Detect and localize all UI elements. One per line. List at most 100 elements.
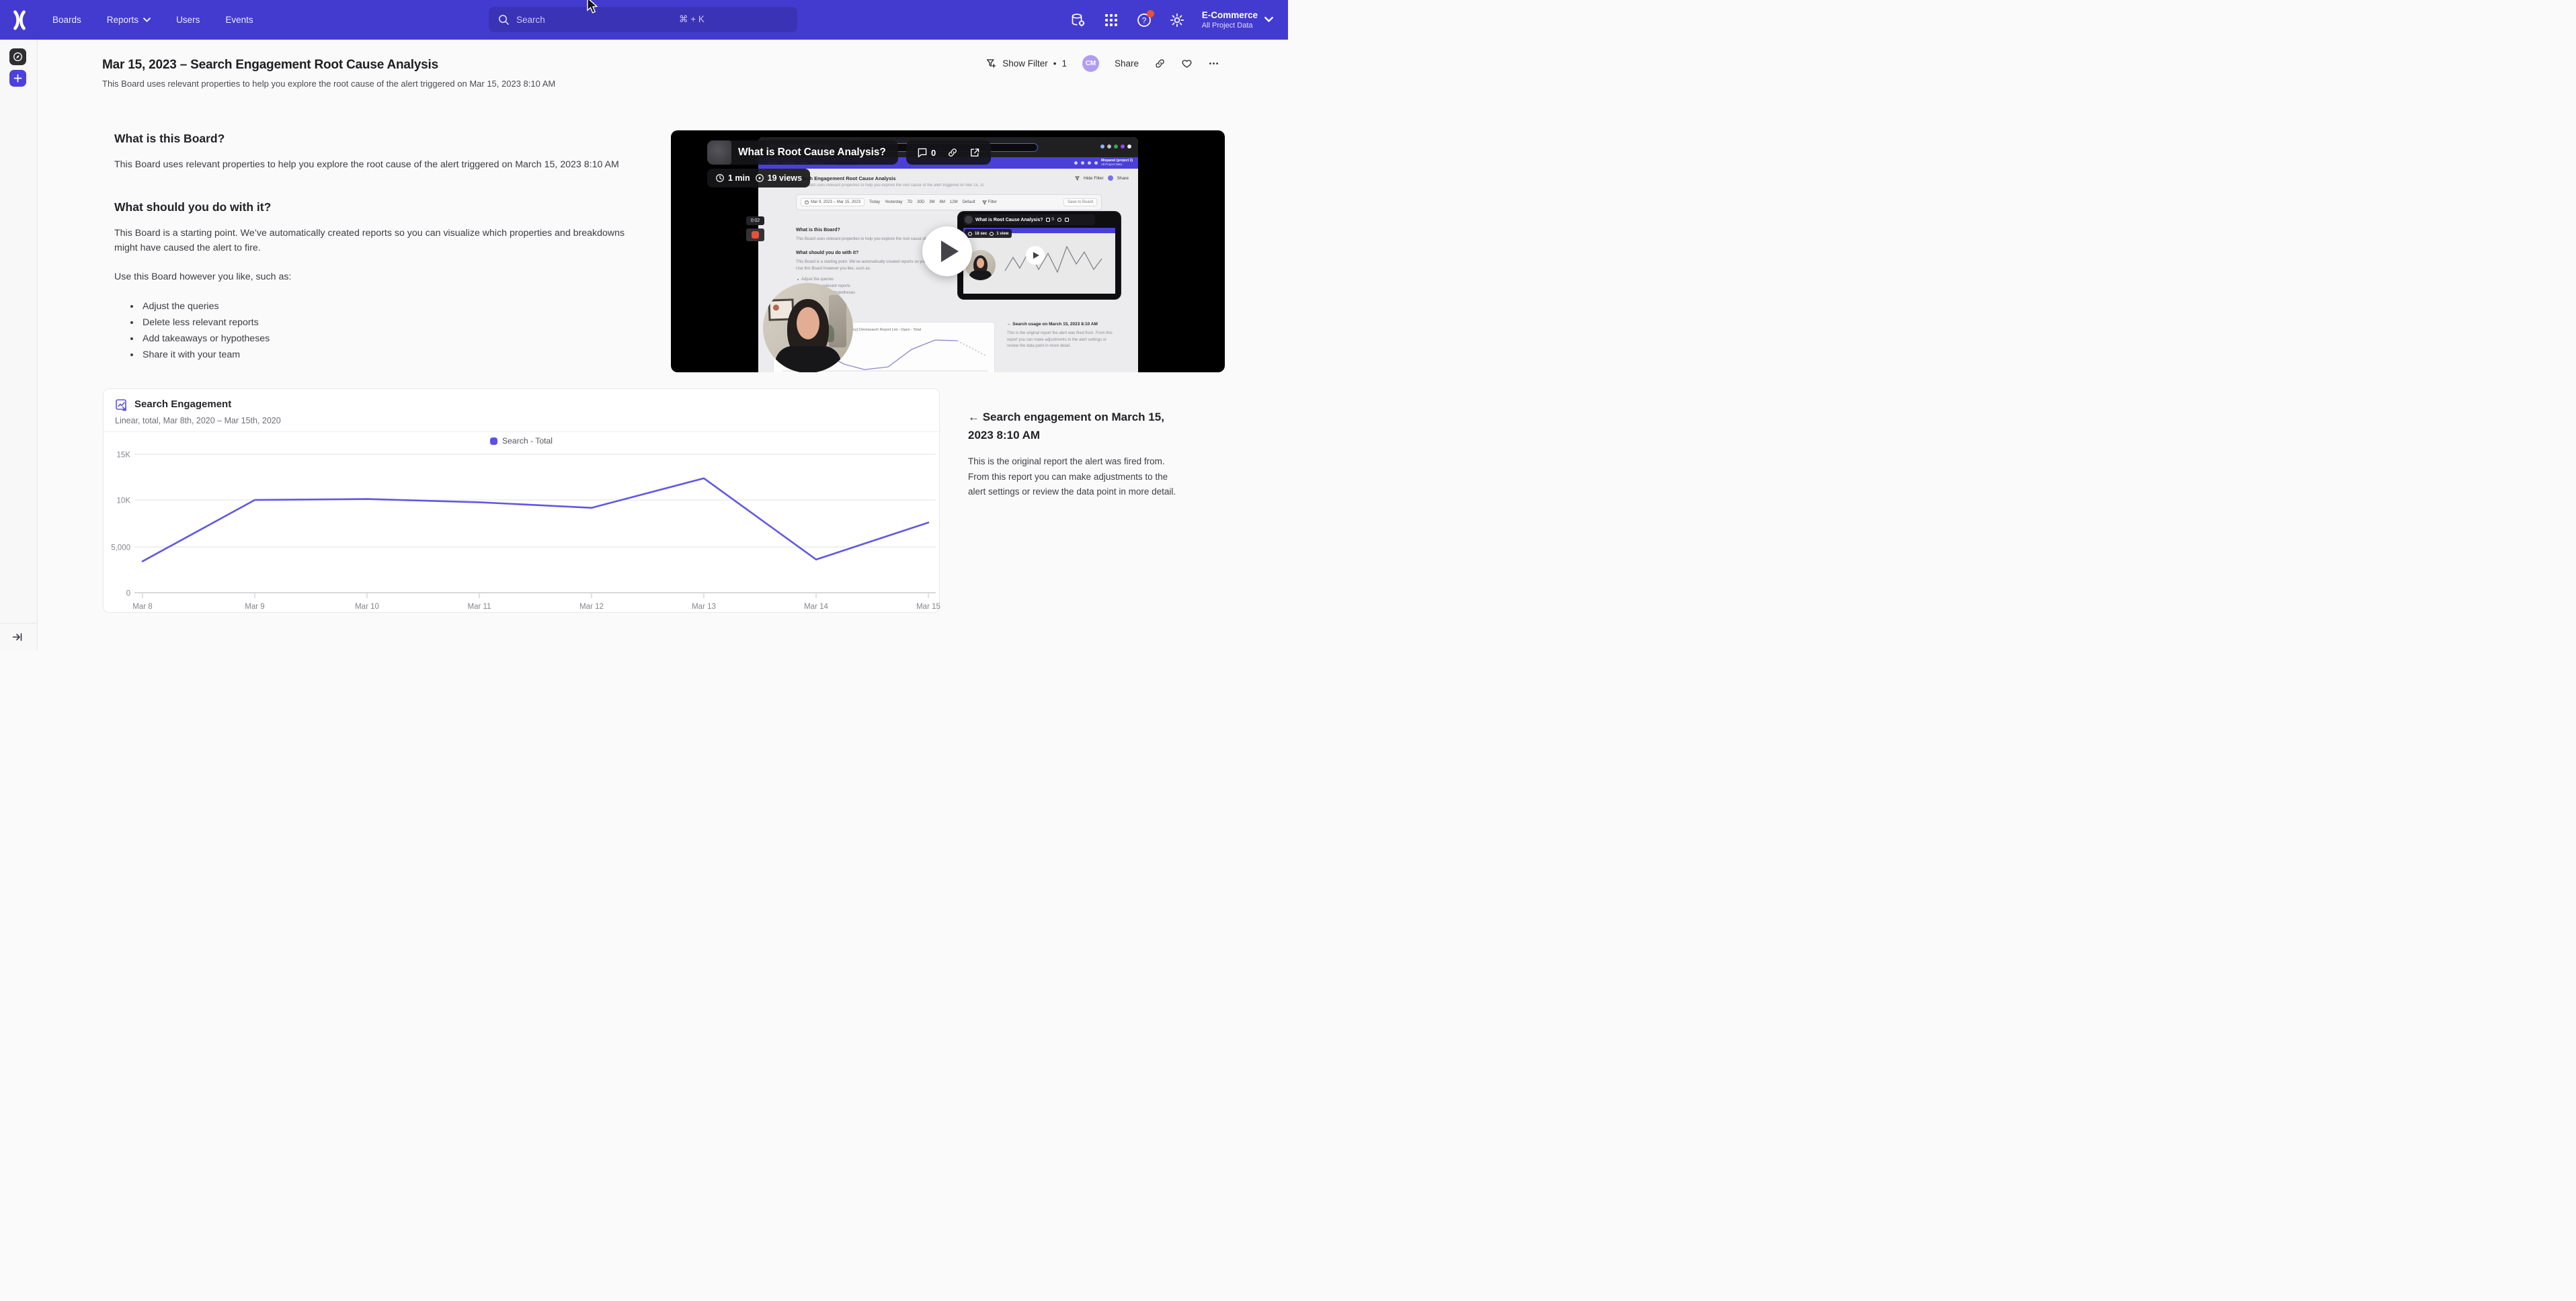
video-open-external-button[interactable] — [969, 147, 980, 158]
discovery-compass-button[interactable] — [9, 48, 26, 65]
page-subtitle: This Board uses relevant properties to h… — [102, 79, 555, 89]
x-tick-label: Mar 10 — [355, 603, 379, 611]
doc-heading-2: What should you do with it? — [114, 200, 627, 214]
favorite-button[interactable] — [1181, 58, 1193, 69]
video-meta-pill: 1 min 19 views — [707, 169, 810, 187]
plus-icon — [13, 73, 23, 83]
show-filter-label: Show Filter — [1002, 58, 1048, 69]
insights-report-icon — [115, 398, 128, 412]
clock-icon — [968, 232, 972, 236]
board-actions: Show Filter • 1 CM Share — [985, 55, 1219, 72]
left-rail — [0, 40, 38, 650]
y-tick-label: 5,000 — [111, 544, 130, 552]
svg-text:?: ? — [1141, 15, 1146, 25]
blurred-avatar — [965, 216, 973, 224]
link-icon — [1154, 58, 1166, 69]
nav-boards[interactable]: Boards — [52, 15, 81, 25]
create-new-button[interactable] — [9, 70, 26, 87]
report-card: Search Engagement Linear, total, Mar 8th… — [103, 388, 940, 613]
chart-legend: Search - Total — [104, 436, 939, 446]
more-options-button[interactable] — [1208, 58, 1219, 69]
external-link-icon — [1065, 218, 1069, 222]
settings-gear-icon[interactable] — [1169, 12, 1185, 28]
data-management-icon[interactable] — [1070, 12, 1086, 28]
nav-users[interactable]: Users — [176, 15, 200, 25]
x-tick-label: Mar 12 — [579, 603, 604, 611]
chevron-down-icon — [1264, 15, 1273, 24]
report-header[interactable]: Search Engagement Linear, total, Mar 8th… — [104, 389, 939, 432]
y-tick-label: 10K — [117, 497, 131, 505]
link-icon — [947, 147, 958, 158]
ellipsis-icon — [1208, 58, 1219, 69]
video-duration: 1 min — [728, 173, 750, 183]
y-tick-label: 15K — [117, 452, 131, 460]
expand-sidebar-button[interactable] — [12, 632, 23, 642]
legend-swatch — [490, 437, 497, 445]
project-name: E-Commerce — [1202, 10, 1258, 21]
top-nav: Boards Reports Users Events ⌘ + K — [0, 0, 1288, 40]
x-tick-label: Mar 14 — [804, 603, 828, 611]
mouse-cursor — [586, 0, 599, 14]
copy-link-button[interactable] — [1154, 58, 1166, 69]
mini-date-controls: Mar 9, 2023 – Mar 15, 2023 Today Yesterd… — [796, 194, 1102, 210]
browser-extensions — [1100, 144, 1131, 149]
filter-separator: • — [1053, 58, 1057, 69]
search-shortcut: ⌘ + K — [679, 14, 705, 25]
x-tick-label: Mar 11 — [468, 603, 491, 611]
video-views: 19 views — [768, 173, 802, 183]
project-scope: All Project Data — [1202, 21, 1258, 30]
play-icon — [941, 241, 959, 262]
nav-reports-label: Reports — [107, 15, 138, 25]
video-title-pill: What is Root Cause Analysis? — [707, 140, 898, 165]
global-search[interactable]: ⌘ + K — [489, 7, 797, 32]
eye-icon — [755, 173, 764, 183]
mixpanel-app: Boards Reports Users Events ⌘ + K — [0, 0, 1288, 650]
nav-right-cluster: ? E-Commerce All Project Data — [1070, 0, 1288, 40]
sidenote-card: ← Search engagement on March 15, 2023 8:… — [968, 408, 1190, 500]
series-line — [143, 478, 928, 562]
search-input[interactable] — [516, 15, 678, 25]
nav-reports[interactable]: Reports — [107, 15, 151, 25]
chevron-down-icon — [143, 17, 151, 23]
video-copy-link-button[interactable] — [947, 147, 958, 158]
line-chart[interactable]: 15K 10K 5,000 0 Mar 8 Mar 9 Mar 10 Mar 1… — [104, 447, 940, 614]
expand-sidebar-icon — [12, 632, 23, 642]
share-button[interactable]: Share — [1115, 58, 1139, 69]
page-title: Mar 15, 2023 – Search Engagement Root Ca… — [102, 58, 438, 73]
help-icon[interactable]: ? — [1136, 12, 1152, 28]
comment-icon — [1046, 218, 1050, 222]
show-filter-button[interactable]: Show Filter • 1 — [985, 58, 1067, 69]
list-item: Add takeaways or hypotheses — [114, 331, 627, 347]
video-comments-button[interactable]: 0 — [917, 147, 936, 158]
board-text-card: What is this Board? This Board uses rele… — [114, 132, 627, 363]
nested-play-button — [1026, 246, 1045, 265]
y-tick-label: 0 — [126, 590, 130, 598]
sidebar-footer — [0, 623, 37, 650]
sidenote-heading: ← Search engagement on March 15, 2023 8:… — [968, 408, 1184, 444]
video-player[interactable]: Mar 15, 2023 - Search Enga... Boards Rep… — [671, 130, 1225, 372]
link-icon — [1057, 218, 1061, 222]
report-title: Search Engagement — [134, 398, 231, 410]
avatar[interactable]: CM — [1082, 55, 1099, 72]
filter-funnel-icon — [985, 58, 997, 69]
nested-video-thumbnail: What is Root Cause Analysis? 0 18 sec 1 … — [958, 212, 1121, 299]
filter-count: 1 — [1061, 58, 1067, 69]
notification-dot — [1147, 10, 1154, 17]
project-selector[interactable]: E-Commerce All Project Data — [1202, 10, 1273, 30]
mixpanel-logo-icon[interactable] — [9, 10, 30, 30]
doc-heading-1: What is this Board? — [114, 132, 627, 146]
recording-timer: 0:02 — [746, 216, 764, 225]
report-subtitle: Linear, total, Mar 8th, 2020 – Mar 15th,… — [115, 416, 281, 425]
blurred-avatar — [707, 140, 731, 165]
sidenote-body: This is the original report the alert wa… — [968, 454, 1182, 500]
apps-grid-icon[interactable] — [1103, 12, 1119, 28]
doc-bullet-list: Adjust the queries Delete less relevant … — [114, 298, 627, 363]
legend-label: Search - Total — [502, 436, 553, 446]
doc-paragraph-3: Use this Board however you like, such as… — [114, 269, 627, 285]
compass-icon — [13, 52, 23, 62]
list-item: Share it with your team — [114, 347, 627, 363]
record-stop-button — [746, 228, 764, 241]
primary-nav: Boards Reports Users Events — [52, 15, 253, 25]
nav-events[interactable]: Events — [225, 15, 253, 25]
play-button[interactable] — [922, 226, 972, 276]
